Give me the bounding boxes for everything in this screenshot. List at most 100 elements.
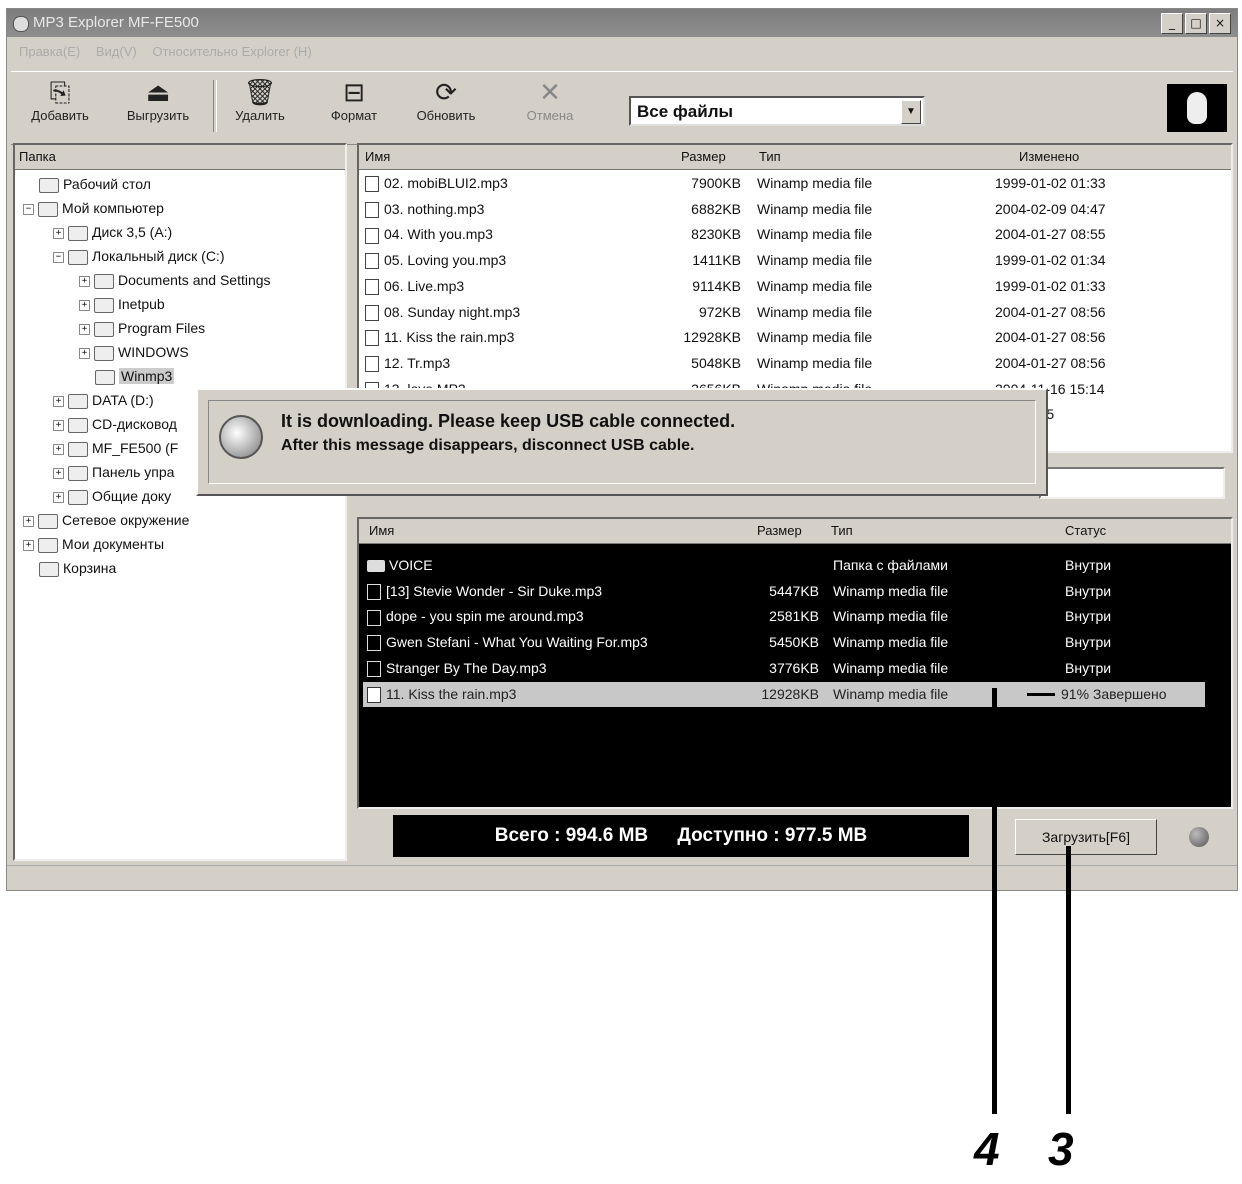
expand-icon[interactable]: + — [23, 515, 34, 527]
format-button[interactable]: ⊟ Формат — [321, 78, 387, 123]
col-name-header[interactable]: Имя — [365, 149, 390, 164]
tree-node-windows[interactable]: + WINDOWS — [79, 341, 189, 363]
cell-text: 12928KB — [761, 685, 819, 702]
table-row[interactable]: 08. Sunday night.mp3 972KB Winamp media fi… — [359, 300, 1231, 325]
table-row[interactable]: 04. With you.mp3 8230KB Winamp media file 2… — [359, 222, 1231, 247]
tree-node-label: Мои документы — [62, 536, 165, 552]
expand-icon[interactable]: + — [53, 227, 64, 239]
cell-modified: 1999-01-02 01:33 — [995, 274, 1106, 299]
tree-node-network[interactable]: + Сетевое окружение — [23, 509, 189, 531]
col-name-header[interactable]: Имя — [369, 523, 394, 538]
collapse-icon[interactable]: − — [53, 251, 64, 263]
brand-logo — [1167, 84, 1227, 132]
cell-name: 12. Tr.mp3 — [365, 351, 450, 376]
device-path-field[interactable] — [1039, 467, 1225, 499]
tree-node-documents-settings[interactable]: + Documents and Settings — [79, 269, 271, 291]
cell-text: 1999-01-02 01:34 — [995, 252, 1106, 269]
tree-node-desktop[interactable]: Рабочий стол — [39, 173, 151, 195]
table-row[interactable]: Gwen Stefani - What You Waiting For.mp3 5… — [359, 630, 1231, 655]
tree-node-cd-drive[interactable]: + CD-дисковод — [53, 413, 177, 435]
cell-modified: 2004-01-27 08:56 — [995, 325, 1106, 350]
expand-icon[interactable]: + — [53, 467, 64, 479]
add-button[interactable]: ⎘ Добавить — [25, 78, 95, 123]
cell-size: 2581KB — [719, 604, 819, 629]
minimize-button[interactable]: _ — [1161, 13, 1183, 34]
tree-node-drive-c[interactable]: − Локальный диск (C:) — [53, 245, 225, 267]
table-row[interactable]: 12. Tr.mp3 5048KB Winamp media file 2004-01… — [359, 351, 1231, 376]
cell-text: Gwen Stefani - What You Waiting For.mp3 — [386, 634, 648, 651]
collapse-icon[interactable]: − — [23, 203, 34, 215]
menu-edit[interactable]: Правка(E) — [19, 44, 80, 59]
menu-about[interactable]: Относительно Explorer (H) — [152, 44, 311, 59]
refresh-button[interactable]: ⟳ Обновить — [403, 78, 489, 123]
table-row[interactable]: [13] Stevie Wonder - Sir Duke.mp3 5447KB W… — [359, 579, 1231, 604]
cell-text: 12. Tr.mp3 — [384, 354, 451, 371]
folder-icon — [94, 297, 114, 313]
cell-text: 2004-02-09 04:47 — [995, 200, 1106, 217]
cell-size: 6882KB — [641, 197, 741, 222]
download-message-dialog: It is downloading. Please keep USB cable… — [196, 388, 1048, 496]
folder-icon — [94, 345, 114, 361]
cell-text: 08. Sunday night.mp3 — [384, 303, 521, 320]
cancel-button[interactable]: ✕ Отмена — [515, 78, 585, 123]
table-row-uploading[interactable]: 11. Kiss the rain.mp3 12928KB Winamp media… — [363, 681, 1205, 707]
cell-text: 91% Завершено — [1061, 685, 1167, 702]
close-button[interactable]: × — [1209, 13, 1231, 34]
table-row[interactable]: Stranger By The Day.mp3 3776KB Winamp medi… — [359, 656, 1231, 681]
tree-node-program-files[interactable]: + Program Files — [79, 317, 205, 339]
table-row[interactable]: 03. nothing.mp3 6882KB Winamp media file 20… — [359, 197, 1231, 222]
delete-button[interactable]: 🗑 Удалить — [225, 78, 295, 123]
col-status-header[interactable]: Статус — [1065, 523, 1106, 538]
expand-icon[interactable]: + — [79, 347, 90, 359]
chevron-down-icon[interactable]: ▼ — [901, 100, 921, 124]
expand-icon[interactable]: + — [53, 419, 64, 431]
tree-node-inetpub[interactable]: + Inetpub — [79, 293, 165, 315]
upload-button[interactable]: Загрузить[F6] — [1015, 819, 1157, 855]
title-bar[interactable]: MP3 Explorer MF-FE500 _ □ × — [7, 9, 1237, 37]
tree-node-my-computer[interactable]: − Мой компьютер — [23, 197, 164, 219]
cell-size: 12928KB — [719, 682, 819, 707]
cell-size: 1411KB — [641, 248, 741, 273]
col-modified-header[interactable]: Изменено — [1019, 149, 1079, 164]
tree-node-mf-fe500[interactable]: + MF_FE500 (F — [53, 437, 178, 459]
desktop-icon — [39, 177, 59, 193]
tree-header: Папка — [15, 145, 345, 170]
menu-view[interactable]: Вид(V) — [96, 44, 137, 59]
tree-node-my-documents[interactable]: + Мои документы — [23, 533, 164, 555]
table-row[interactable]: VOICE Папка с файлами Внутри — [359, 553, 1231, 578]
tree-node-control-panel[interactable]: + Панель упра — [53, 461, 174, 483]
tree-node-shared-docs[interactable]: + Общие доку — [53, 485, 171, 507]
cell-text: 8230KB — [691, 226, 741, 243]
table-row[interactable]: 02. mobiBLUI2.mp3 7900KB Winamp media file… — [359, 171, 1231, 196]
cell-name: 06. Live.mp3 — [365, 274, 464, 299]
cell-name: Stranger By The Day.mp3 — [367, 656, 547, 681]
mp3-file-icon — [365, 176, 379, 193]
expand-icon[interactable]: + — [53, 443, 64, 455]
col-size-header[interactable]: Размер — [681, 149, 726, 164]
mp3-file-icon — [365, 253, 379, 270]
table-row[interactable]: 05. Loving you.mp3 1411KB Winamp media fil… — [359, 248, 1231, 273]
table-row[interactable]: 06. Live.mp3 9114KB Winamp media file 1999-… — [359, 274, 1231, 299]
tree-node-winmp3[interactable]: Winmp3 — [95, 365, 175, 387]
cell-text: 5048KB — [691, 354, 741, 371]
expand-icon[interactable]: + — [23, 539, 34, 551]
expand-icon[interactable]: + — [53, 395, 64, 407]
tree-node-drive-d[interactable]: + DATA (D:) — [53, 389, 154, 411]
expand-icon[interactable]: + — [79, 323, 90, 335]
table-row[interactable]: 11. Kiss the rain.mp3 12928KB Winamp media… — [359, 325, 1231, 350]
tree-node-recycle-bin[interactable]: Корзина — [39, 557, 116, 579]
expand-icon[interactable]: + — [79, 275, 90, 287]
export-button[interactable]: ⏏ Выгрузить — [115, 78, 201, 123]
tree-node-floppy[interactable]: + Диск 3,5 (A:) — [53, 221, 172, 243]
table-row[interactable]: dope - you spin me around.mp3 2581KB Winam… — [359, 604, 1231, 629]
cell-type: Winamp media file — [833, 579, 948, 604]
col-type-header[interactable]: Тип — [759, 149, 781, 164]
col-size-header[interactable]: Размер — [757, 523, 802, 538]
col-type-header[interactable]: Тип — [831, 523, 853, 538]
maximize-button[interactable]: □ — [1185, 13, 1207, 34]
expand-icon[interactable]: + — [53, 491, 64, 503]
file-filter-select[interactable]: Все файлы ▼ — [629, 96, 925, 126]
cell-text: 6882KB — [691, 200, 741, 217]
expand-icon[interactable]: + — [79, 299, 90, 311]
window-title: MP3 Explorer MF-FE500 — [33, 14, 199, 31]
